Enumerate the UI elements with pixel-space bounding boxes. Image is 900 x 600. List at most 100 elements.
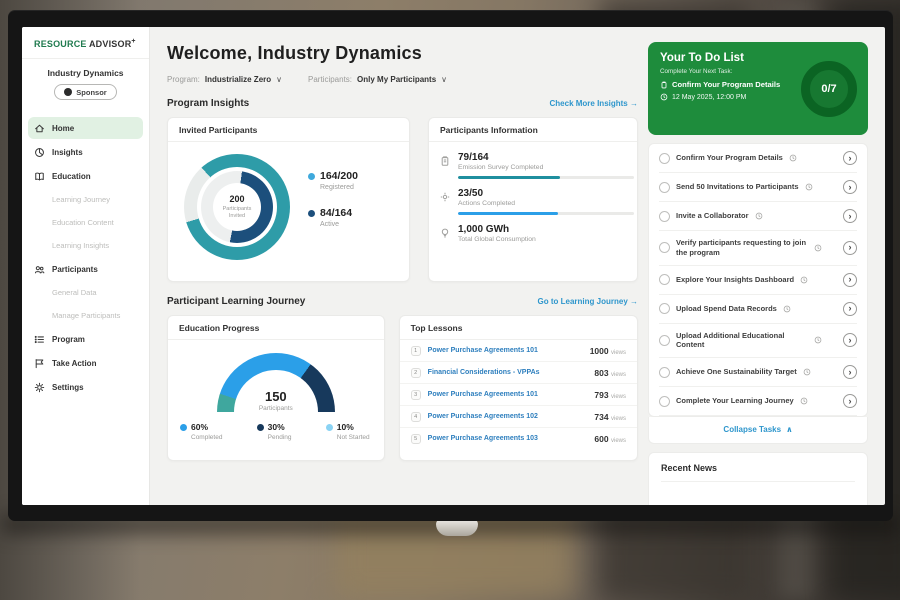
check-more-insights-link[interactable]: Check More Insights → [550,99,638,108]
card-title: Invited Participants [168,118,409,142]
education-progress-gauge: 150 Participants [217,353,335,412]
section-title: Program Insights [167,98,249,109]
task-row[interactable]: Send 50 Invitations to Participants › [659,173,857,202]
lesson-rank: 5 [411,434,421,444]
task-checkbox[interactable] [659,211,670,222]
task-open-button[interactable]: › [843,365,857,379]
task-row[interactable]: Complete Your Learning Journey › [659,387,857,416]
top-lessons-card: Top Lessons 1 Power Purchase Agreements … [399,315,638,461]
task-label: Verify participants requesting to join t… [676,238,808,258]
program-icon [34,334,45,345]
sidebar-item[interactable]: Education [28,165,143,187]
lesson-link[interactable]: Power Purchase Agreements 102 [428,413,588,421]
task-checkbox[interactable] [659,274,670,285]
sidebar-item-label: Manage Participants [52,311,120,320]
task-label: Confirm Your Program Details [676,153,783,163]
task-row[interactable]: Upload Additional Educational Content › [659,324,857,359]
go-to-learning-journey-link[interactable]: Go to Learning Journey → [538,297,638,306]
task-open-button[interactable]: › [843,209,857,223]
task-open-button[interactable]: › [843,394,857,408]
task-row[interactable]: Achieve One Sustainability Target › [659,358,857,387]
monitor-bezel: RESOURCE ADVISOR+ Industry Dynamics Spon… [8,10,893,521]
chevron-down-icon[interactable]: ∨ [441,75,447,84]
home-icon [34,123,45,134]
bulb-icon [439,224,451,244]
lesson-row: 5 Power Purchase Agreements 103 600 view… [400,428,637,449]
todo-progress-ring: 0/7 [801,61,857,117]
section-title: Participant Learning Journey [167,296,305,307]
chevron-down-icon[interactable]: ∨ [276,75,282,84]
sidebar-item[interactable]: Take Action [28,352,143,374]
lesson-link[interactable]: Power Purchase Agreements 101 [428,391,588,399]
learning-cards-row: Education Progress 150 Participants 60 [167,315,638,461]
task-open-button[interactable]: › [843,151,857,165]
lessons-list: 1 Power Purchase Agreements 101 1000 vie… [400,340,637,449]
sidebar-item[interactable]: Home [28,117,143,139]
sidebar-item[interactable]: Settings [28,376,143,398]
lesson-row: 2 Financial Considerations - VPPAs 803 v… [400,362,637,384]
lesson-link[interactable]: Power Purchase Agreements 101 [428,347,583,355]
task-label: Send 50 Invitations to Participants [676,182,799,192]
recent-news-card: Recent News [648,452,868,505]
task-row[interactable]: Explore Your Insights Dashboard › [659,266,857,295]
logo-plus: + [131,38,135,45]
task-checkbox[interactable] [659,303,670,314]
task-checkbox[interactable] [659,396,670,407]
program-filter-value[interactable]: Industrialize Zero [205,75,271,84]
chevron-up-icon: ∧ [786,425,793,434]
sidebar-item[interactable]: Participants [28,258,143,280]
lesson-rank: 4 [411,412,421,422]
program-filter: Program: Industrialize Zero ∨ [167,75,282,84]
todo-column: Your To Do List Complete Your Next Task:… [648,27,868,505]
survey-icon [439,152,451,179]
sidebar-item[interactable]: Learning Journey [28,189,143,210]
gauge-center-label: Participants [217,405,335,412]
legend-item-registered: 164/200 Registered [308,170,358,191]
sidebar-item[interactable]: Program [28,328,143,350]
sidebar-item[interactable]: Insights [28,141,143,163]
legend-item-pending: 30% Pending [257,422,292,441]
legend-value: 164/200 [320,170,358,182]
sidebar-item-label: Education Content [52,218,114,227]
lesson-link[interactable]: Financial Considerations - VPPAs [428,369,588,377]
sidebar-item[interactable]: General Data [28,282,143,303]
task-label: Explore Your Insights Dashboard [676,275,794,285]
clock-icon [755,212,763,220]
logo-secondary: ADVISOR [89,39,131,49]
task-checkbox[interactable] [659,367,670,378]
task-row[interactable]: Verify participants requesting to join t… [659,231,857,266]
lesson-rank: 2 [411,368,421,378]
task-open-button[interactable]: › [843,273,857,287]
collapse-tasks-link[interactable]: Collapse Tasks ∧ [659,417,857,443]
donut-center-value: 200 [229,194,244,204]
gauge-center-value: 150 [217,389,335,404]
sidebar-item-label: Program [52,335,85,344]
task-row[interactable]: Upload Spend Data Records › [659,295,857,324]
task-open-button[interactable]: › [843,333,857,347]
sidebar-item[interactable]: Learning Insights [28,235,143,256]
task-open-button[interactable]: › [843,241,857,255]
lesson-link[interactable]: Power Purchase Agreements 103 [428,435,588,443]
clock-icon [800,276,808,284]
legend-dot [308,210,315,217]
task-open-button[interactable]: › [843,180,857,194]
education-legend: 60% Completed 30% Pending 10% Not Starte… [168,412,384,441]
task-row[interactable]: Confirm Your Program Details › [659,144,857,173]
lesson-row: 4 Power Purchase Agreements 102 734 view… [400,406,637,428]
lesson-row: 3 Power Purchase Agreements 101 793 view… [400,384,637,406]
clock-icon [805,183,813,191]
task-checkbox[interactable] [659,242,670,253]
task-row[interactable]: Invite a Collaborator › [659,202,857,231]
task-checkbox[interactable] [659,182,670,193]
task-checkbox[interactable] [659,153,670,164]
task-open-button[interactable]: › [843,302,857,316]
clock-icon [814,244,822,252]
org-block: Industry Dynamics Sponsor [22,59,149,111]
sidebar-item[interactable]: Manage Participants [28,305,143,326]
sidebar-item-label: Home [52,124,74,133]
participants-filter-value[interactable]: Only My Participants [357,75,436,84]
sidebar-item[interactable]: Education Content [28,212,143,233]
task-checkbox[interactable] [659,335,670,346]
app-logo: RESOURCE ADVISOR+ [22,27,149,59]
learning-journey-header: Participant Learning Journey Go to Learn… [167,296,638,307]
